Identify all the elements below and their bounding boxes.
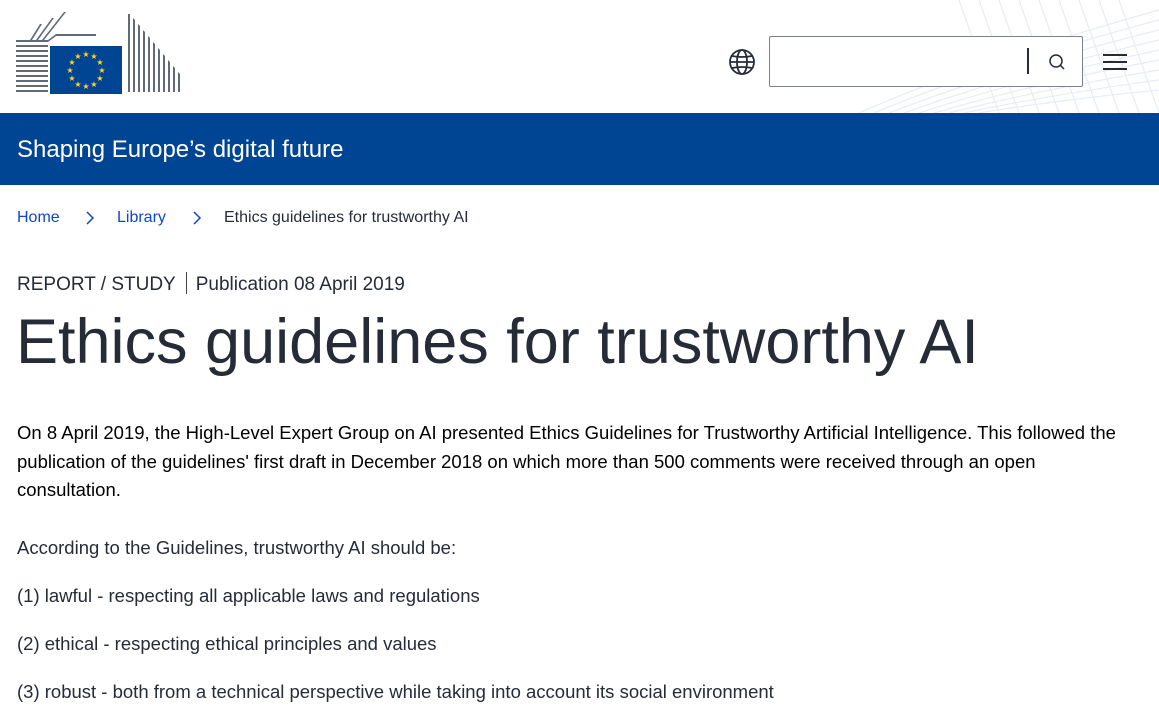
list-item: (1) lawful - respecting all applicable l… bbox=[17, 585, 480, 606]
svg-text:★: ★ bbox=[90, 80, 97, 89]
intro-paragraph: On 8 April 2019, the High-Level Expert G… bbox=[17, 422, 1116, 500]
page-title: Ethics guidelines for trustworthy AI bbox=[16, 307, 979, 377]
search-box bbox=[769, 36, 1083, 87]
search-icon bbox=[1049, 54, 1065, 70]
globe-icon[interactable] bbox=[728, 48, 756, 76]
hamburger-menu-icon[interactable] bbox=[1103, 51, 1129, 73]
chevron-right-icon bbox=[193, 211, 202, 225]
publication-date: Publication 08 April 2019 bbox=[195, 274, 405, 295]
search-divider bbox=[1027, 48, 1029, 74]
breadcrumb-library-link[interactable]: Library bbox=[117, 207, 166, 229]
body-paragraph: According to the Guidelines, trustworthy… bbox=[17, 537, 457, 558]
chevron-right-icon bbox=[86, 211, 95, 225]
search-button[interactable] bbox=[1040, 49, 1074, 75]
search-input[interactable] bbox=[770, 37, 1026, 86]
svg-text:★: ★ bbox=[66, 66, 73, 75]
svg-text:★: ★ bbox=[82, 82, 89, 91]
svg-text:★: ★ bbox=[82, 50, 89, 59]
breadcrumb-home-link[interactable]: Home bbox=[17, 207, 60, 229]
svg-text:★: ★ bbox=[74, 52, 81, 61]
page-meta: REPORT / STUDY Publication 08 April 2019 bbox=[17, 272, 405, 297]
list-item: (2) ethical - respecting ethical princip… bbox=[17, 633, 437, 654]
site-name[interactable]: Shaping Europe’s digital future bbox=[17, 136, 343, 164]
meta-divider bbox=[185, 272, 187, 294]
site-header: ★ ★ ★ ★ ★ ★ ★ ★ ★ ★ ★ ★ bbox=[0, 0, 1159, 113]
svg-text:★: ★ bbox=[68, 74, 75, 83]
european-commission-logo[interactable]: ★ ★★ ★★★ ★★★ ★★★ bbox=[16, 12, 184, 96]
breadcrumb-current: Ethics guidelines for trustworthy AI bbox=[224, 209, 469, 226]
content-type: REPORT / STUDY bbox=[17, 274, 176, 295]
site-name-bar: Shaping Europe’s digital future bbox=[0, 113, 1159, 185]
list-item: (3) robust - both from a technical persp… bbox=[17, 681, 774, 702]
